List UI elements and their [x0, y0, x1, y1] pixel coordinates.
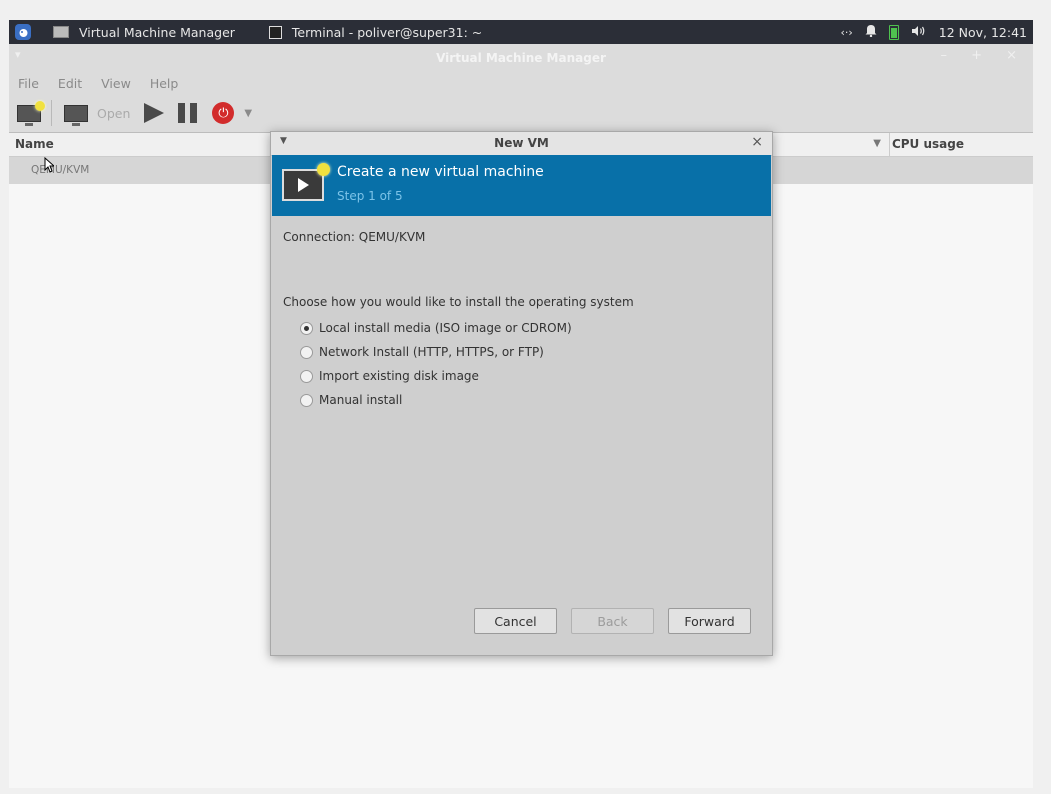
- toolbar-separator: [51, 100, 52, 126]
- run-icon[interactable]: [144, 103, 165, 123]
- install-prompt: Choose how you would like to install the…: [283, 295, 634, 309]
- terminal-icon: [268, 25, 282, 39]
- step-indicator: Step 1 of 5: [337, 189, 403, 203]
- dialog-titlebar[interactable]: ▼ New VM ×: [271, 132, 772, 156]
- connection-text: Connection: QEMU/KVM: [283, 230, 426, 244]
- radio-label: Manual install: [319, 393, 403, 407]
- new-vm-icon: [17, 100, 45, 126]
- app-menu-icon[interactable]: [15, 24, 31, 40]
- menu-edit[interactable]: Edit: [58, 76, 82, 91]
- new-vm-button[interactable]: [17, 100, 45, 126]
- radio-button[interactable]: [300, 393, 313, 407]
- back-button[interactable]: Back: [571, 608, 654, 634]
- power-icon[interactable]: ⏻: [212, 102, 235, 124]
- battery-icon[interactable]: [888, 24, 899, 40]
- connection-label: QEMU/KVM: [31, 164, 90, 176]
- menu-view[interactable]: View: [101, 76, 131, 91]
- radio-button[interactable]: [300, 345, 313, 359]
- taskbar-item-terminal[interactable]: Terminal - poliver@super31: ~: [268, 24, 483, 40]
- forward-button[interactable]: Forward: [668, 608, 751, 634]
- radio-import-disk[interactable]: Import existing disk image: [300, 369, 479, 383]
- taskbar-item-label: Terminal - poliver@super31: ~: [291, 24, 483, 40]
- radio-button[interactable]: [300, 369, 313, 383]
- network-icon[interactable]: ‹·›: [840, 26, 852, 39]
- menu-file[interactable]: File: [18, 76, 39, 91]
- menubar: File Edit View Help: [9, 72, 1033, 94]
- radio-label: Local install media (ISO image or CDROM): [319, 321, 572, 335]
- bell-icon[interactable]: [865, 24, 877, 40]
- dialog-title: New VM: [494, 136, 549, 150]
- new-vm-monitor-icon: [282, 163, 330, 201]
- cancel-button[interactable]: Cancel: [474, 608, 557, 634]
- radio-network-install[interactable]: Network Install (HTTP, HTTPS, or FTP): [300, 345, 544, 359]
- radio-button-selected[interactable]: [300, 321, 313, 335]
- monitor-icon: [64, 104, 88, 126]
- close-icon[interactable]: ×: [751, 134, 763, 150]
- pause-icon[interactable]: [178, 103, 198, 123]
- dialog-banner: Create a new virtual machine Step 1 of 5: [272, 155, 771, 216]
- window-title: Virtual Machine Manager: [436, 51, 606, 65]
- sort-dropdown-icon[interactable]: ▼: [873, 138, 881, 149]
- column-name[interactable]: Name: [15, 137, 54, 151]
- toolbar: Open ⏻ ▼: [9, 94, 1033, 133]
- banner-title: Create a new virtual machine: [337, 164, 544, 180]
- window-controls[interactable]: – + ×: [940, 48, 1027, 63]
- column-cpu-usage[interactable]: CPU usage: [892, 137, 964, 151]
- mouse-cursor-icon: [44, 157, 54, 173]
- system-tray: ‹·› 12 Nov, 12:41: [840, 20, 1027, 44]
- clock[interactable]: 12 Nov, 12:41: [939, 25, 1027, 40]
- window-titlebar[interactable]: ▾ Virtual Machine Manager – + ×: [9, 44, 1033, 72]
- taskbar-item-label: Virtual Machine Manager: [79, 24, 235, 40]
- top-panel: Virtual Machine Manager Terminal - poliv…: [9, 20, 1033, 44]
- chevron-down-icon[interactable]: ▼: [244, 108, 252, 119]
- radio-manual-install[interactable]: Manual install: [300, 393, 402, 407]
- new-vm-dialog: ▼ New VM × Create a new virtual machine …: [270, 131, 773, 656]
- column-divider: [889, 133, 890, 156]
- taskbar-item-vmm[interactable]: Virtual Machine Manager: [53, 25, 235, 40]
- radio-local-install[interactable]: Local install media (ISO image or CDROM): [300, 321, 572, 335]
- menu-help[interactable]: Help: [150, 76, 179, 91]
- radio-label: Network Install (HTTP, HTTPS, or FTP): [319, 345, 544, 359]
- open-button[interactable]: Open: [64, 104, 131, 126]
- radio-label: Import existing disk image: [319, 369, 479, 383]
- vmm-icon: [53, 26, 69, 38]
- volume-icon[interactable]: [911, 25, 927, 40]
- open-label: Open: [97, 105, 131, 121]
